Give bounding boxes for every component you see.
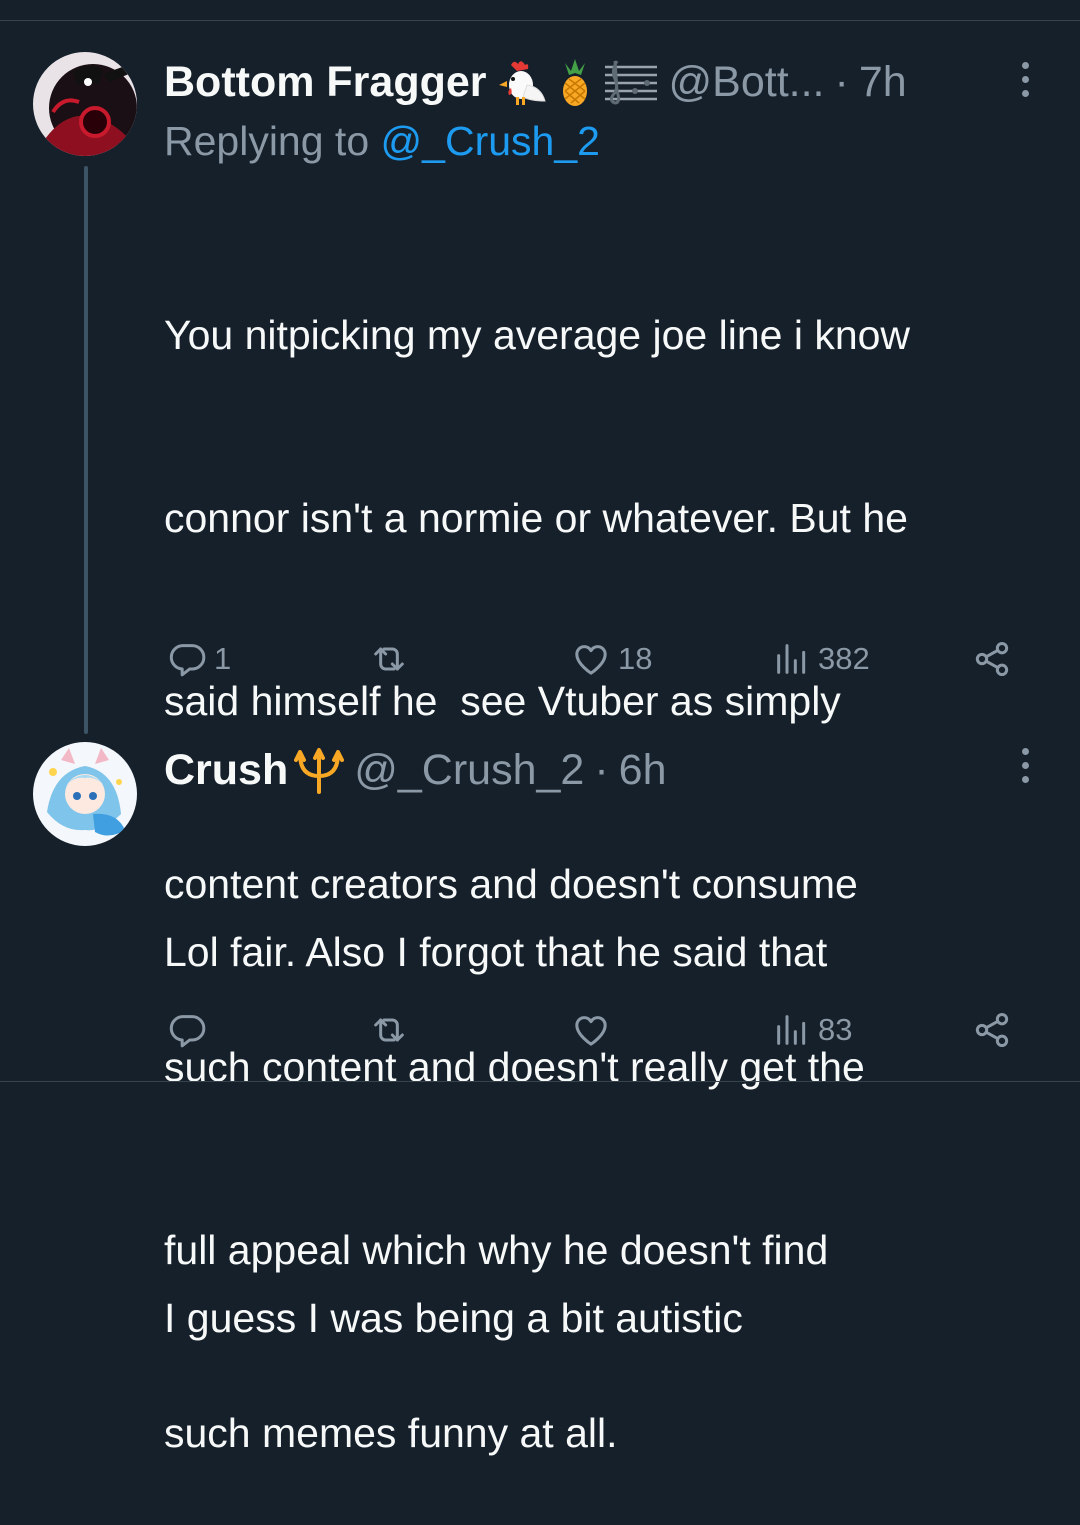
separator-dot: · — [834, 57, 849, 106]
views-button[interactable]: 382 — [772, 639, 870, 679]
tweet-text-line: You nitpicking my average joe line i kno… — [164, 312, 911, 358]
retweet-icon — [368, 639, 410, 679]
views-count: 83 — [818, 1012, 853, 1047]
tweet-action-bar: 1 18 382 — [0, 634, 1080, 684]
tweet-action-bar: 83 — [0, 1008, 1080, 1058]
tweet-header: Crush @_Crush_2 · 6h — [164, 742, 667, 798]
more-options-icon[interactable] — [1020, 748, 1030, 783]
author-name[interactable]: Crush — [164, 746, 288, 795]
tweet-timestamp[interactable]: 7h — [859, 58, 907, 107]
retweet-button[interactable] — [368, 1010, 416, 1050]
reply-icon — [168, 1010, 208, 1050]
tweet-text-line: connor isn't a normie or whatever. But h… — [164, 495, 908, 541]
author-name[interactable]: Bottom Fragger — [164, 58, 487, 107]
trident-emoji — [294, 746, 345, 794]
share-icon — [972, 639, 1012, 679]
reply-button[interactable] — [168, 1010, 214, 1050]
top-divider — [0, 20, 1080, 21]
author-handle[interactable]: @_Crush_2 — [354, 746, 584, 795]
share-icon — [972, 1010, 1012, 1050]
reply-icon — [168, 639, 208, 679]
tweet-text-line: I guess I was being a bit autistic — [164, 1295, 743, 1341]
more-options-icon[interactable] — [1020, 62, 1030, 97]
replying-to-mention[interactable]: @_Crush_2 — [381, 118, 600, 164]
tweet-timestamp[interactable]: 6h — [619, 746, 667, 795]
avatar-crush[interactable] — [33, 742, 137, 846]
views-icon — [772, 1010, 812, 1050]
bottom-divider — [0, 1081, 1080, 1082]
avatar-bottom-fragger[interactable] — [33, 52, 137, 156]
like-count: 18 — [618, 641, 653, 676]
views-icon — [772, 639, 812, 679]
musical-score-emoji — [603, 57, 659, 107]
tweet-header: Bottom Fragger @Bott... · 7h — [164, 54, 907, 110]
heart-icon — [570, 639, 612, 679]
heart-icon — [570, 1010, 612, 1050]
views-count: 382 — [818, 641, 870, 676]
replying-to-label: Replying to — [164, 118, 370, 164]
reply-count: 1 — [214, 641, 232, 676]
author-handle[interactable]: @Bott... — [669, 58, 825, 107]
share-button[interactable] — [972, 1010, 1012, 1050]
like-button[interactable] — [570, 1010, 618, 1050]
retweet-button[interactable] — [368, 639, 416, 679]
replying-to-line: Replying to @_Crush_2 — [164, 118, 600, 165]
reply-button[interactable]: 1 — [168, 639, 231, 679]
like-button[interactable]: 18 — [570, 639, 652, 679]
pineapple-emoji — [557, 57, 593, 107]
share-button[interactable] — [972, 639, 1012, 679]
separator-dot: · — [594, 745, 609, 794]
retweet-icon — [368, 1010, 410, 1050]
views-button[interactable]: 83 — [772, 1010, 852, 1050]
rooster-emoji — [497, 57, 547, 107]
tweet-text-line: such memes funny at all. — [164, 1410, 618, 1456]
tweet-text-line: Lol fair. Also I forgot that he said tha… — [164, 929, 828, 975]
tweet-text: Lol fair. Also I forgot that he said tha… — [164, 800, 1044, 1410]
